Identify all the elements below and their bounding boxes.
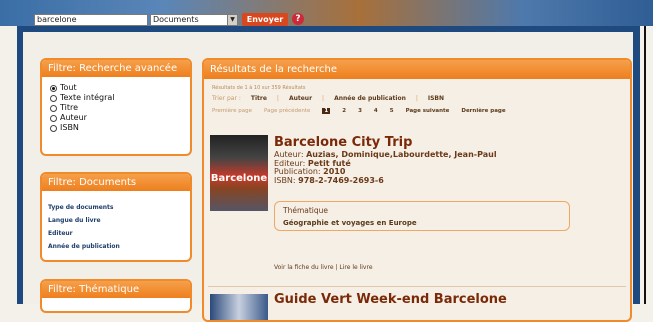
option-isbn[interactable]: ISBN	[50, 123, 190, 133]
page-1[interactable]: 1	[322, 108, 331, 114]
thematic-box: Thématique Géographie et voyages en Euro…	[274, 201, 570, 231]
prev-page-link[interactable]: Page précédente	[264, 108, 310, 114]
book-cover[interactable]: Barcelone	[210, 135, 268, 211]
next-page-link[interactable]: Page suivante	[406, 108, 450, 114]
sort-auteur[interactable]: Auteur	[289, 95, 312, 102]
results-count: Résultats de 1 à 10 sur 359 Résultats	[212, 85, 306, 91]
sort-annee[interactable]: Année de publication	[334, 95, 406, 102]
filter-link-annee[interactable]: Année de publication	[48, 240, 190, 253]
scope-select[interactable]: Documents ▼	[150, 14, 238, 26]
filter-thematic-title: Filtre: Thématique	[42, 281, 190, 298]
sort-bar: Trier par : Titre | Auteur | Année de publ…	[212, 95, 445, 102]
pagination: Première page Page précédente 1 2 3 4 5 …	[212, 108, 630, 114]
option-tout[interactable]: Tout	[50, 83, 190, 93]
page-2[interactable]: 2	[342, 108, 346, 114]
results-title: Résultats de la recherche	[204, 60, 630, 79]
page-5[interactable]: 5	[390, 108, 394, 114]
radio-texte[interactable]	[50, 94, 57, 102]
filter-link-type[interactable]: Type de documents	[48, 201, 190, 214]
filter-search-panel: Filtre: Recherche avancée Tout Texte int…	[40, 58, 192, 156]
sort-isbn[interactable]: ISBN	[428, 95, 444, 102]
filter-thematic-panel: Filtre: Thématique	[40, 279, 192, 313]
filter-documents-panel: Filtre: Documents Type de documents Lang…	[40, 172, 192, 262]
option-texte[interactable]: Texte intégral	[50, 93, 190, 103]
submit-button[interactable]: Envoyer	[242, 13, 288, 26]
radio-titre[interactable]	[50, 104, 57, 112]
option-titre[interactable]: Titre	[50, 103, 190, 113]
filter-link-langue[interactable]: Langue du livre	[48, 214, 190, 227]
chevron-down-icon: ▼	[227, 15, 237, 25]
filter-documents-title: Filtre: Documents	[42, 174, 190, 191]
radio-tout[interactable]	[50, 84, 57, 92]
thematic-label: Thématique	[283, 206, 329, 215]
last-page-link[interactable]: Dernière page	[461, 108, 505, 114]
documents-filter-list: Type de documents Langue du livre Editeu…	[48, 201, 190, 253]
book-meta: Auteur: Auzias, Dominique,Labourdette, J…	[274, 150, 497, 185]
radio-isbn[interactable]	[50, 124, 57, 132]
page-3[interactable]: 3	[358, 108, 362, 114]
view-sheet-link[interactable]: Voir la fiche du livre	[274, 264, 334, 271]
search-input[interactable]	[34, 14, 148, 26]
right-border	[644, 26, 646, 304]
book-cover-title: Barcelone	[210, 173, 268, 184]
results-panel: Résultats de la recherche Résultats de 1…	[202, 58, 632, 322]
search-options: Tout Texte intégral Titre Auteur ISBN	[50, 83, 190, 133]
read-book-link[interactable]: Lire le livre	[339, 264, 372, 271]
option-auteur[interactable]: Auteur	[50, 113, 190, 123]
book-title[interactable]: Barcelone City Trip	[274, 135, 412, 150]
radio-auteur[interactable]	[50, 114, 57, 122]
filter-link-editeur[interactable]: Editeur	[48, 227, 190, 240]
scope-select-value: Documents	[153, 15, 199, 24]
sort-label: Trier par :	[212, 95, 241, 102]
sort-titre[interactable]: Titre	[251, 95, 267, 102]
first-page-link[interactable]: Première page	[212, 108, 252, 114]
page-4[interactable]: 4	[374, 108, 378, 114]
book-links: Voir la fiche du livre | Lire le livre	[274, 264, 373, 271]
book-cover[interactable]	[210, 294, 268, 320]
result-divider	[208, 286, 626, 287]
filter-search-title: Filtre: Recherche avancée	[42, 60, 190, 77]
book-title[interactable]: Guide Vert Week-end Barcelone	[274, 292, 507, 307]
result-item: Barcelone Barcelone City Trip Auteur: Au…	[208, 135, 626, 271]
thematic-value: Géographie et voyages en Europe	[283, 219, 417, 227]
help-icon[interactable]: ?	[292, 13, 304, 25]
